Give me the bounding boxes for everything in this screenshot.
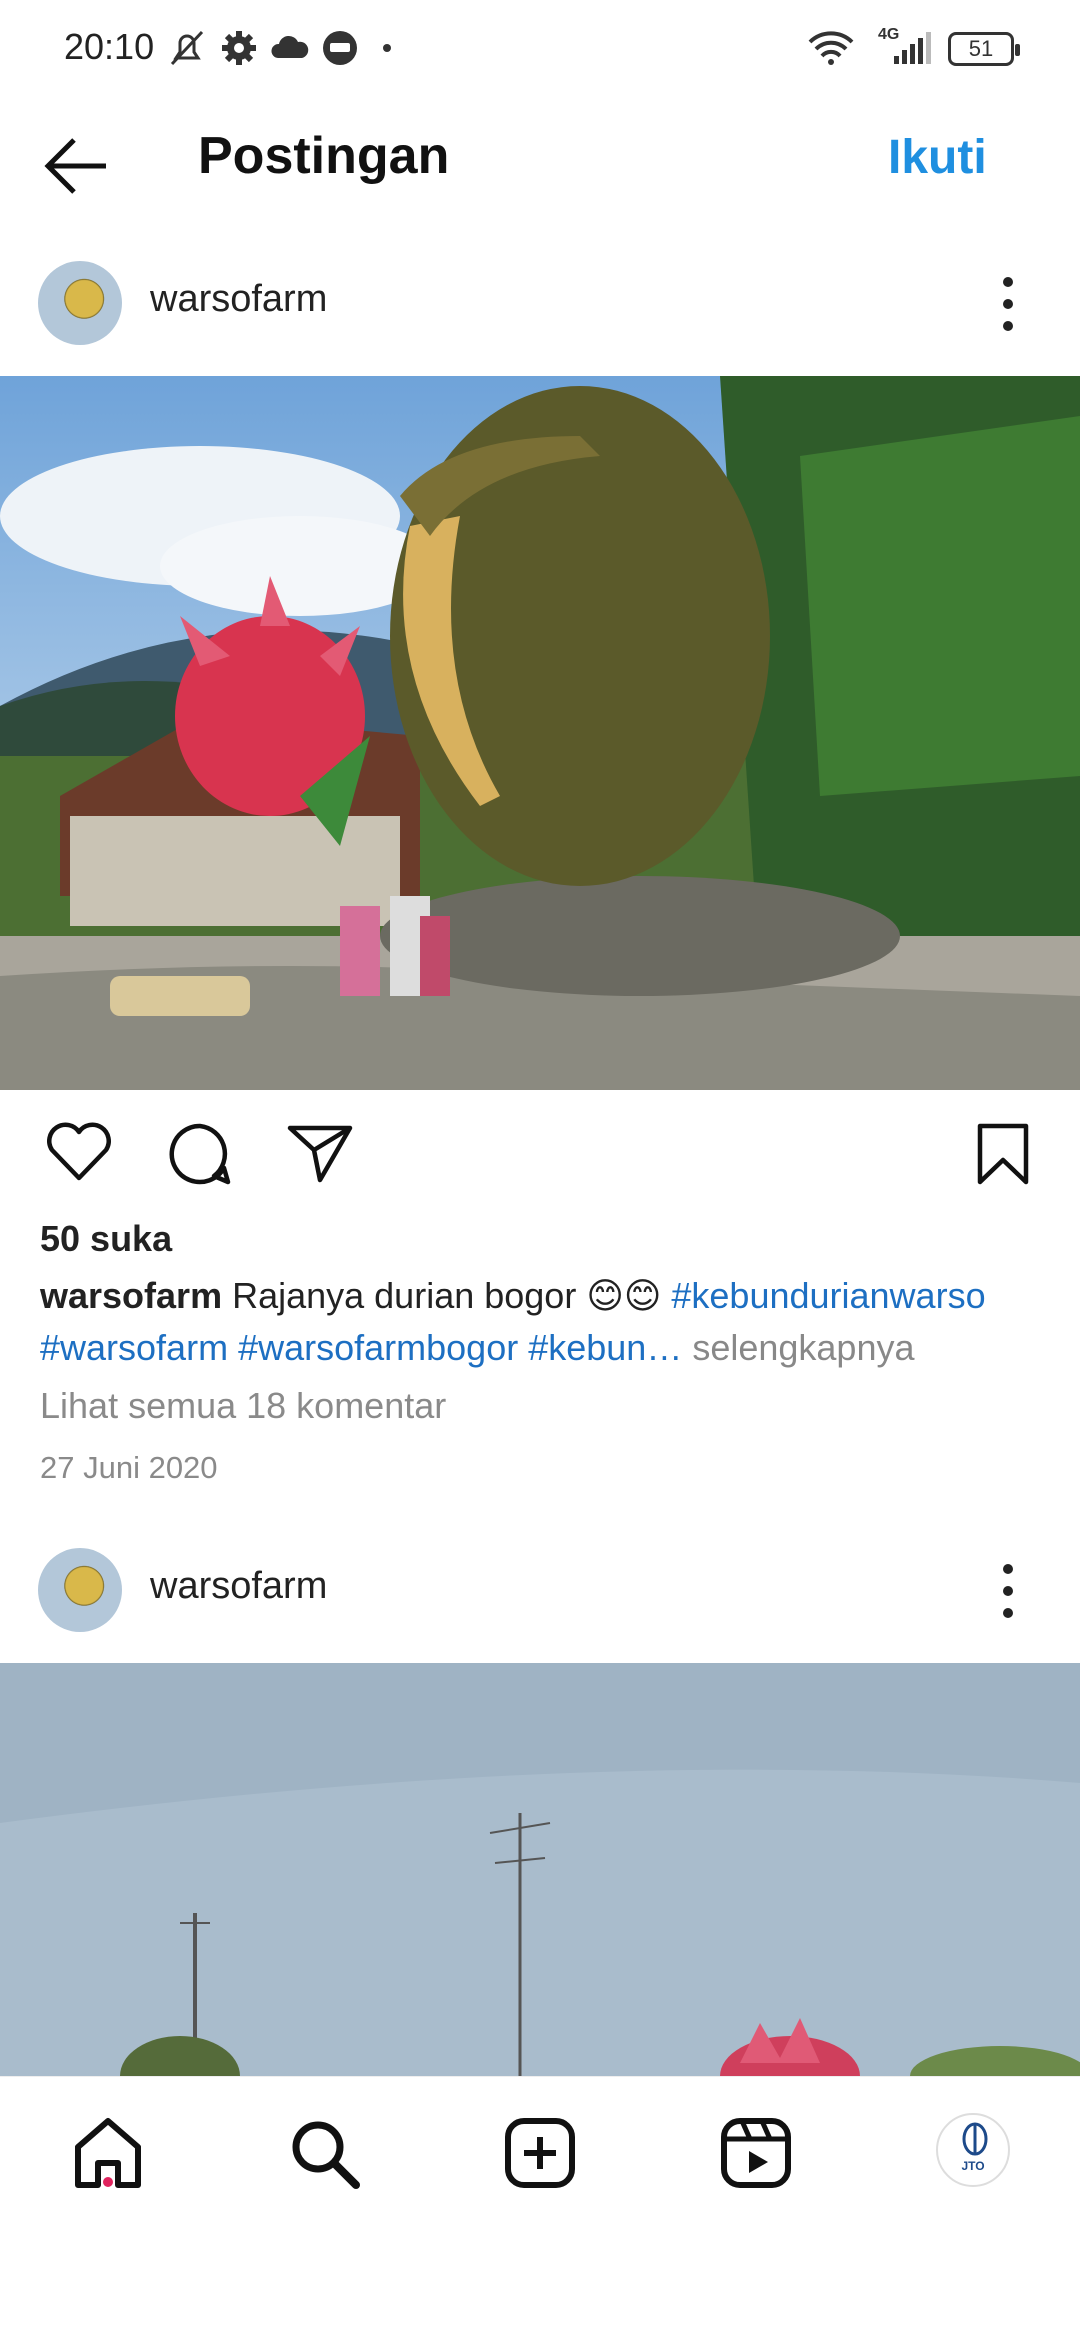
create-icon[interactable] xyxy=(500,2113,580,2193)
hashtag[interactable]: #kebundurianwarso xyxy=(671,1275,985,1316)
bottom-nav: JTO xyxy=(0,2076,1080,2340)
post-date: 27 Juni 2020 xyxy=(40,1450,218,1485)
chat-icon xyxy=(323,31,357,65)
profile-logo-icon xyxy=(962,2122,988,2156)
profile-avatar[interactable]: JTO xyxy=(936,2113,1010,2187)
comment-icon[interactable] xyxy=(166,1120,234,1186)
battery-icon: 51 xyxy=(948,32,1020,66)
caption-text: Rajanya durian bogor 😊😊 xyxy=(222,1275,672,1316)
post-header: warsofarm xyxy=(0,226,1080,376)
wifi-icon xyxy=(808,31,854,65)
mute-icon xyxy=(170,30,204,66)
back-arrow-icon[interactable] xyxy=(44,136,110,196)
dot-icon xyxy=(383,44,391,52)
post-actions xyxy=(0,1090,1080,1210)
post-username[interactable]: warsofarm xyxy=(150,1565,327,1608)
search-icon[interactable] xyxy=(284,2113,364,2193)
view-comments-link[interactable]: Lihat semua 18 komentar xyxy=(40,1385,446,1427)
hashtag[interactable]: #kebun… xyxy=(528,1327,682,1368)
more-options-icon[interactable] xyxy=(1000,274,1016,334)
hashtag[interactable]: #warsofarmbogor xyxy=(238,1327,518,1368)
like-count[interactable]: 50 suka xyxy=(40,1218,172,1260)
post-caption: warsofarm Rajanya durian bogor 😊😊 #kebun… xyxy=(40,1270,1050,1374)
reels-icon[interactable] xyxy=(716,2113,796,2193)
cloud-icon xyxy=(271,35,309,58)
status-time: 20:10 xyxy=(64,26,155,67)
settings-icon xyxy=(222,31,256,65)
like-heart-icon[interactable] xyxy=(44,1120,114,1184)
durian-statue xyxy=(390,386,770,886)
post-image[interactable] xyxy=(0,1663,1080,2076)
more-options-icon[interactable] xyxy=(1000,1561,1016,1621)
share-icon[interactable] xyxy=(286,1120,354,1186)
battery-level: 51 xyxy=(968,36,994,61)
post-username[interactable]: warsofarm xyxy=(150,278,327,321)
post-image[interactable] xyxy=(0,376,1080,1090)
see-more-link[interactable]: selengkapnya xyxy=(682,1327,914,1368)
status-bar: 20:10 4G 51 xyxy=(0,0,1080,96)
profile-logo-text: JTO xyxy=(961,2159,985,2173)
caption-username[interactable]: warsofarm xyxy=(40,1275,222,1316)
follow-button[interactable]: Ikuti xyxy=(888,130,987,185)
bookmark-icon[interactable] xyxy=(976,1122,1030,1186)
app-header: Postingan Ikuti xyxy=(0,96,1080,226)
hashtag[interactable]: #warsofarm xyxy=(40,1327,228,1368)
avatar[interactable] xyxy=(38,1548,122,1632)
page-title: Postingan xyxy=(198,127,450,185)
post-header: warsofarm xyxy=(0,1513,1080,1663)
signal-icon xyxy=(894,32,931,64)
notification-dot xyxy=(103,2177,113,2187)
avatar[interactable] xyxy=(38,261,122,345)
